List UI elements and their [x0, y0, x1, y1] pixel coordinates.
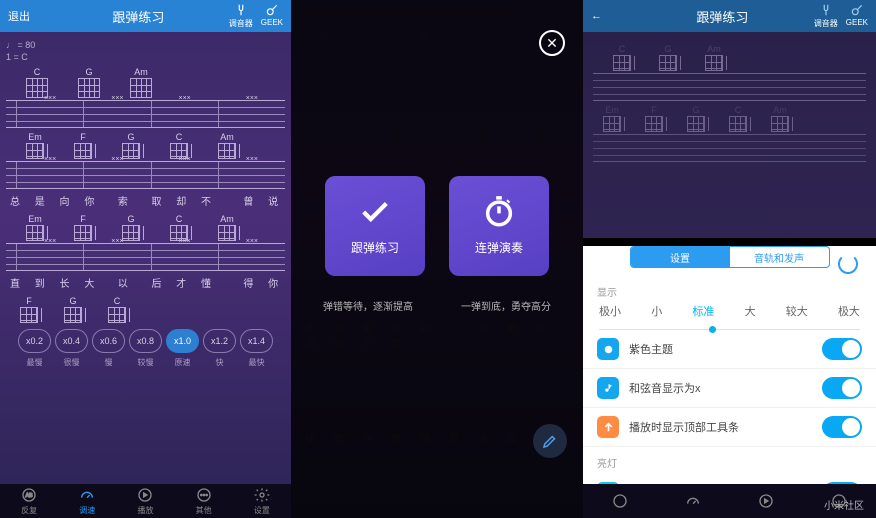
header: ← 跟弹练习 调音器 GEEK	[583, 0, 876, 32]
size-selector[interactable]: 极小 小 标准 大 较大 极大	[583, 303, 876, 329]
staff-line: × × ×× × ×× × ×× × ×	[6, 161, 285, 189]
screen-settings: ← 跟弹练习 调音器 GEEK C G Am Em F G C Am	[583, 0, 876, 518]
screen-mode-select: C G Am 每 次 离 开 总 是 装 做 轻 松 的 样 子 多 想 和 从…	[291, 0, 583, 518]
back-button[interactable]: ←	[591, 10, 631, 22]
speed-0.4[interactable]: x0.4	[55, 329, 88, 353]
nav-repeat[interactable]: AB反复	[21, 487, 37, 516]
speed-selector: x0.2 x0.4 x0.6 x0.8 x1.0 x1.2 x1.4	[6, 329, 285, 353]
back-exit[interactable]: 退出	[8, 8, 48, 24]
speed-labels: 最慢很慢慢较慢原速快最快	[6, 357, 285, 368]
modal-subtitles: 弹错等待，逐渐提高 一弹到底，勇夺高分	[323, 298, 551, 313]
nav-play[interactable]: 播放	[137, 487, 153, 516]
practice-mode-button[interactable]: 跟弹练习	[325, 176, 425, 276]
chord-row: F G C	[20, 296, 285, 323]
arrow-up-icon	[597, 416, 619, 438]
bottom-bar: AB反复 调速 播放 其他 设置	[0, 484, 291, 518]
chord-row: Em F G C Am	[26, 214, 285, 241]
edit-icon	[541, 432, 559, 450]
toggle-purple-theme[interactable]	[822, 338, 862, 360]
fab-button[interactable]	[533, 424, 567, 458]
lyric-line: 直 到 长 大 以 后 才 懂 得 你 不 容 易	[10, 275, 285, 290]
tempo-key: ♩ = 80 1 = C	[6, 40, 285, 63]
palette-icon	[597, 338, 619, 360]
repeat-icon	[612, 493, 628, 509]
close-icon: ✕	[546, 35, 558, 52]
gear-icon	[254, 487, 270, 503]
tablature-area[interactable]: ♩ = 80 1 = C C G Am × × ×× × ×× × ×× × ×…	[0, 32, 291, 484]
close-button[interactable]: ✕	[539, 30, 565, 56]
size-slider[interactable]	[599, 329, 860, 330]
geek-button[interactable]: GEEK	[261, 3, 283, 29]
seg-tracks[interactable]: 音轨和发声	[730, 247, 829, 267]
nav-play[interactable]	[758, 493, 774, 509]
section-light: 亮灯	[583, 447, 876, 474]
play-icon	[758, 493, 774, 509]
screen-tab-view: 退出 跟弹练习 调音器 GEEK ♩ = 80 1 = C C G Am × ×…	[0, 0, 291, 518]
tuner-button[interactable]: 调音器	[814, 3, 838, 29]
staff-line: × × ×× × ×× × ×× × ×	[6, 100, 285, 128]
toggle-chord-x[interactable]	[822, 377, 862, 399]
speed-1.4[interactable]: x1.4	[240, 329, 273, 353]
page-title: 跟弹练习	[48, 7, 229, 26]
row-chord-x: 和弦音显示为x	[583, 369, 876, 408]
watermark: 小米社区	[824, 497, 864, 512]
loading-spinner-icon	[838, 254, 858, 274]
chord-g[interactable]: G	[78, 67, 100, 98]
speed-1.2[interactable]: x1.2	[203, 329, 236, 353]
chord-row: C G Am	[26, 67, 285, 98]
perform-mode-button[interactable]: 连弹演奏	[449, 176, 549, 276]
nav-speed[interactable]: 调速	[79, 487, 95, 516]
speed-0.8[interactable]: x0.8	[129, 329, 162, 353]
settings-panel: 设置 音轨和发声 显示 极小 小 标准 大 较大 极大 紫色主题 和弦音显示为x…	[583, 246, 876, 518]
svg-text:AB: AB	[26, 493, 34, 499]
header: 退出 跟弹练习 调音器 GEEK	[0, 0, 291, 32]
tuning-fork-icon	[819, 3, 833, 17]
nav-settings[interactable]: 设置	[254, 487, 270, 516]
section-display: 显示	[583, 276, 876, 303]
more-icon	[196, 487, 212, 503]
speed-1.0[interactable]: x1.0	[166, 329, 199, 353]
toggle-toolbar[interactable]	[822, 416, 862, 438]
geek-button[interactable]: GEEK	[846, 3, 868, 29]
page-title: 跟弹练习	[631, 7, 814, 26]
tuning-fork-icon	[234, 3, 248, 17]
nav-repeat[interactable]	[612, 493, 628, 509]
nav-other[interactable]: 其他	[196, 487, 212, 516]
gauge-icon	[685, 493, 701, 509]
chord-c[interactable]: C	[26, 67, 48, 98]
staff-line: × × ×× × ×× × ×× × ×	[6, 243, 285, 271]
speed-0.6[interactable]: x0.6	[92, 329, 125, 353]
nav-speed[interactable]	[685, 493, 701, 509]
stopwatch-icon	[482, 195, 516, 229]
segment-control: 设置 音轨和发声	[630, 246, 830, 268]
tab-preview: C G Am Em F G C Am	[583, 32, 876, 238]
speed-0.2[interactable]: x0.2	[18, 329, 51, 353]
tuner-button[interactable]: 调音器	[229, 3, 253, 29]
row-purple-theme: 紫色主题	[583, 330, 876, 369]
music-note-icon	[597, 377, 619, 399]
chord-row: Em F G C Am	[26, 132, 285, 159]
guitar-icon	[850, 3, 864, 17]
check-icon	[358, 195, 392, 229]
lyric-line: 总 是 向 你 索 取 却 不 曾 说 谢 谢 你	[10, 193, 285, 208]
play-icon	[137, 487, 153, 503]
guitar-icon	[265, 3, 279, 17]
gauge-icon	[79, 487, 95, 503]
seg-settings[interactable]: 设置	[631, 247, 730, 267]
chord-am[interactable]: Am	[130, 67, 152, 98]
row-toolbar: 播放时显示顶部工具条	[583, 408, 876, 447]
repeat-icon: AB	[21, 487, 37, 503]
